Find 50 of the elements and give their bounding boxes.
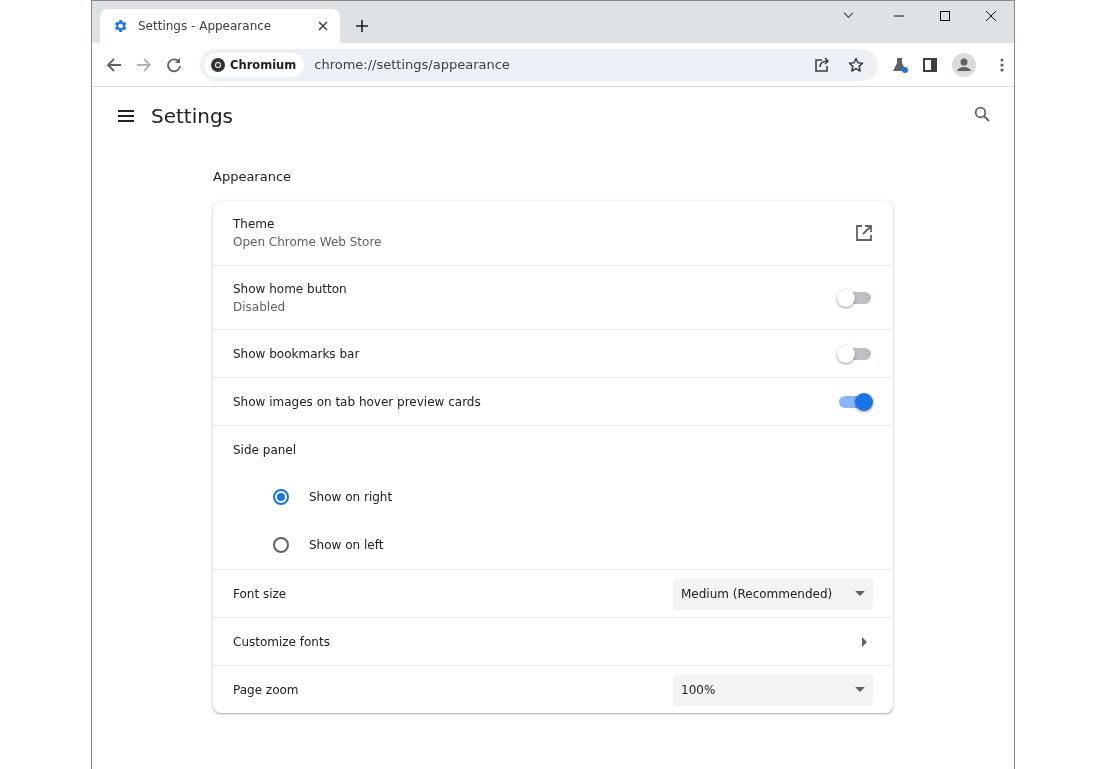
gear-icon <box>112 18 128 34</box>
radio-label: Show on left <box>309 538 384 552</box>
maximize-icon[interactable] <box>939 10 951 22</box>
search-icon[interactable] <box>974 106 990 122</box>
setting-description: Disabled <box>233 299 287 314</box>
share-icon[interactable] <box>814 56 830 73</box>
menu-icon[interactable] <box>1000 56 1004 73</box>
browser-logo-icon <box>210 56 226 73</box>
profile-avatar-icon[interactable] <box>952 52 976 77</box>
url-text: chrome://settings/appearance <box>314 57 510 72</box>
close-icon[interactable] <box>985 10 997 22</box>
setting-label: Side panel <box>233 442 298 457</box>
dropdown-value: Medium (Recommended) <box>681 586 834 601</box>
caret-right-icon[interactable] <box>862 636 867 647</box>
setting-description: Open Chrome Web Store <box>233 235 383 249</box>
radio-label: Show on right <box>309 490 393 504</box>
tab-title: Settings - Appearance <box>138 19 273 33</box>
address-bar[interactable]: Chromium chrome://settings/appearance <box>200 48 878 81</box>
close-icon[interactable] <box>318 21 328 31</box>
dropdown[interactable]: 100% <box>673 673 873 706</box>
side-panel-icon[interactable] <box>922 56 938 73</box>
setting-label: Show bookmarks bar <box>233 346 361 361</box>
toggle-switch[interactable] <box>839 347 871 360</box>
setting-label: Font size <box>233 586 288 601</box>
back-arrow-icon[interactable] <box>106 56 122 73</box>
reload-icon[interactable] <box>166 56 182 73</box>
setting-label: Show home button <box>233 281 348 296</box>
site-chip[interactable]: Chromium <box>204 52 305 77</box>
radio-button[interactable] <box>273 537 289 553</box>
star-icon[interactable] <box>848 56 864 73</box>
chevron-down-icon[interactable] <box>843 12 854 19</box>
browser-tab[interactable]: Settings - Appearance <box>100 9 340 43</box>
flask-icon[interactable] <box>892 56 908 73</box>
setting-label: Customize fonts <box>233 634 331 649</box>
section-title: Appearance <box>213 169 293 184</box>
menu-icon[interactable] <box>118 110 134 122</box>
setting-label: Show images on tab hover preview cards <box>233 394 482 409</box>
caret-down-icon[interactable] <box>855 687 865 692</box>
page-title: Settings <box>151 104 234 128</box>
toggle-switch[interactable] <box>839 395 871 408</box>
setting-label: Theme <box>233 217 276 231</box>
caret-down-icon[interactable] <box>855 591 865 596</box>
setting-label: Page zoom <box>233 682 300 697</box>
dropdown[interactable]: Medium (Recommended) <box>673 577 873 610</box>
dropdown-value: 100% <box>681 682 717 697</box>
radio-button[interactable] <box>273 489 289 505</box>
new-tab-icon[interactable] <box>356 20 368 32</box>
site-label: Chromium <box>230 57 297 72</box>
external-link-icon[interactable] <box>855 224 873 242</box>
toggle-switch[interactable] <box>839 291 871 304</box>
